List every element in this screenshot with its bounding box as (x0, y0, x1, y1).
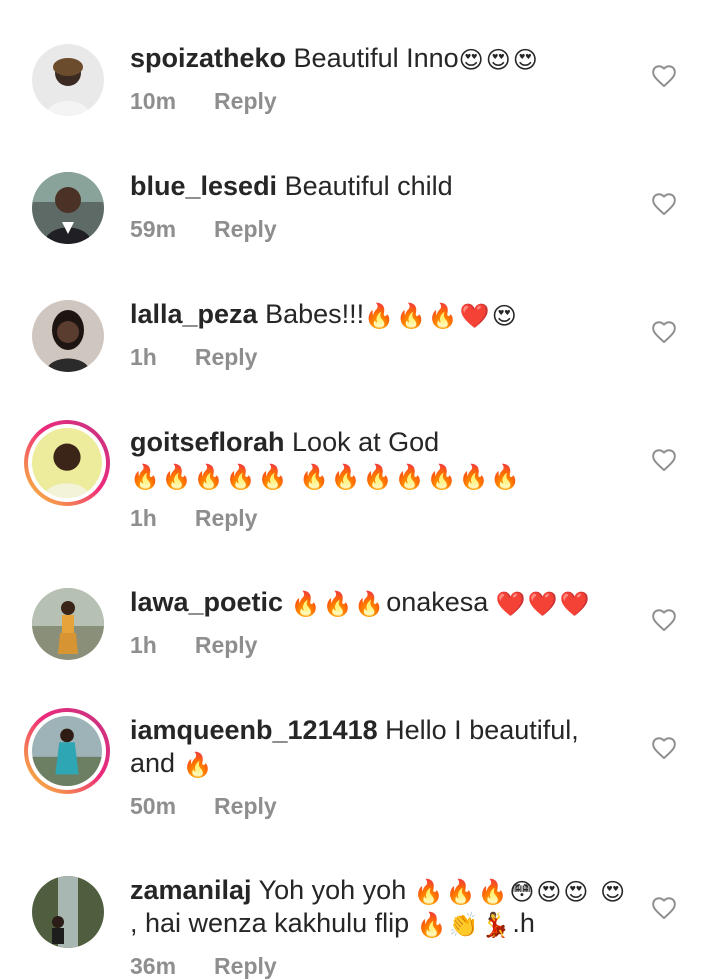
comment-emoji: 😍😍😍 (458, 46, 540, 74)
like-button[interactable] (651, 896, 677, 920)
avatar-story-ring[interactable] (24, 420, 110, 506)
comment-timestamp: 10m (130, 88, 177, 114)
avatar (28, 712, 106, 790)
profile-photo-icon (32, 172, 104, 244)
comment-body: lawa_poetic 🔥🔥🔥onakesa ❤️❤️❤️ (130, 586, 630, 619)
comment-username[interactable]: lalla_peza (130, 299, 258, 329)
avatar[interactable] (32, 876, 104, 948)
avatar-image (32, 44, 104, 116)
comment-text: Yoh yoh yoh (258, 875, 407, 905)
comment-timestamp: 1h (130, 344, 157, 370)
comment-text: , hai wenza kakhulu flip (130, 908, 410, 938)
comment-emoji: ❤️❤️❤️ (495, 590, 592, 618)
heart-outline-icon (652, 897, 676, 920)
heart-outline-icon (652, 737, 676, 760)
reply-button[interactable]: Reply (214, 793, 277, 819)
comment-meta: 10m Reply (130, 88, 277, 115)
comment-username[interactable]: blue_lesedi (130, 171, 277, 201)
comment-emoji: 🔥🔥🔥 (290, 590, 387, 618)
comment-text: Beautiful Inno (293, 43, 459, 73)
avatar[interactable] (32, 172, 104, 244)
comment-emoji: 🔥🔥🔥❤️😍 (364, 302, 519, 330)
comment-timestamp: 50m (130, 793, 177, 819)
avatar[interactable] (32, 588, 104, 660)
avatar[interactable] (32, 300, 104, 372)
heart-outline-icon (652, 65, 676, 88)
avatar-image (32, 428, 102, 498)
like-button[interactable] (651, 192, 677, 216)
heart-outline-icon (652, 193, 676, 216)
comment-username[interactable]: goitseflorah (130, 427, 285, 457)
comment-emoji: 🔥🔥🔥🔥🔥 🔥🔥🔥🔥🔥🔥🔥 (130, 463, 523, 491)
comment-username[interactable]: lawa_poetic (130, 587, 283, 617)
reply-button[interactable]: Reply (195, 505, 258, 531)
avatar-image (32, 716, 102, 786)
profile-photo-icon (32, 428, 102, 498)
reply-button[interactable]: Reply (214, 88, 277, 114)
profile-photo-icon (32, 716, 102, 786)
avatar-image (32, 876, 104, 948)
comment-username[interactable]: zamanilaj (130, 875, 252, 905)
comment-meta: 1h Reply (130, 344, 257, 371)
like-button[interactable] (651, 320, 677, 344)
profile-photo-icon (32, 876, 104, 948)
avatar-image (32, 300, 104, 372)
comment-emoji: 🔥🔥🔥😳😍😍 😍 (413, 878, 628, 906)
reply-button[interactable]: Reply (195, 632, 258, 658)
like-button[interactable] (651, 736, 677, 760)
comment-body: iamqueenb_121418 Hello I beautiful, and … (130, 714, 630, 780)
heart-outline-icon (652, 609, 676, 632)
avatar[interactable] (32, 44, 104, 116)
comment-emoji: 🔥 (182, 751, 215, 779)
reply-button[interactable]: Reply (214, 216, 277, 242)
like-button[interactable] (651, 608, 677, 632)
avatar-story-ring[interactable] (24, 708, 110, 794)
comment-text: Babes!!! (265, 299, 365, 329)
profile-photo-icon (32, 300, 104, 372)
comment-timestamp: 1h (130, 505, 157, 531)
comment-meta: 36m Reply (130, 953, 277, 980)
comment-meta: 59m Reply (130, 216, 277, 243)
comment-timestamp: 59m (130, 216, 177, 242)
comment-text: Look at God (292, 427, 440, 457)
heart-outline-icon (652, 449, 676, 472)
avatar (28, 424, 106, 502)
reply-button[interactable]: Reply (195, 344, 258, 370)
profile-photo-icon (32, 588, 104, 660)
reply-button[interactable]: Reply (214, 953, 277, 979)
comment-username[interactable]: spoizatheko (130, 43, 286, 73)
comment-username[interactable]: iamqueenb_121418 (130, 715, 378, 745)
like-button[interactable] (651, 448, 677, 472)
comment-timestamp: 1h (130, 632, 157, 658)
heart-outline-icon (652, 321, 676, 344)
comment-meta: 50m Reply (130, 793, 277, 820)
comment-body: zamanilaj Yoh yoh yoh 🔥🔥🔥😳😍😍 😍, hai wenz… (130, 874, 630, 940)
comment-text: .h (512, 908, 535, 938)
profile-photo-icon (32, 44, 104, 116)
comment-meta: 1h Reply (130, 632, 257, 659)
comment-text: onakesa (386, 587, 489, 617)
comment-body: spoizatheko Beautiful Inno😍😍😍 (130, 42, 630, 75)
comment-meta: 1h Reply (130, 505, 257, 532)
comment-text: Beautiful child (284, 171, 453, 201)
comment-body: blue_lesedi Beautiful child (130, 170, 630, 203)
comment-timestamp: 36m (130, 953, 177, 979)
comment-body: lalla_peza Babes!!!🔥🔥🔥❤️😍 (130, 298, 630, 331)
comment-emoji: 🔥👏💃 (416, 911, 513, 939)
comment-body: goitseflorah Look at God 🔥🔥🔥🔥🔥 🔥🔥🔥🔥🔥🔥🔥 (130, 426, 630, 492)
avatar-image (32, 172, 104, 244)
avatar-image (32, 588, 104, 660)
like-button[interactable] (651, 64, 677, 88)
comment-list: spoizatheko Beautiful Inno😍😍😍 10m Reply (0, 0, 720, 979)
